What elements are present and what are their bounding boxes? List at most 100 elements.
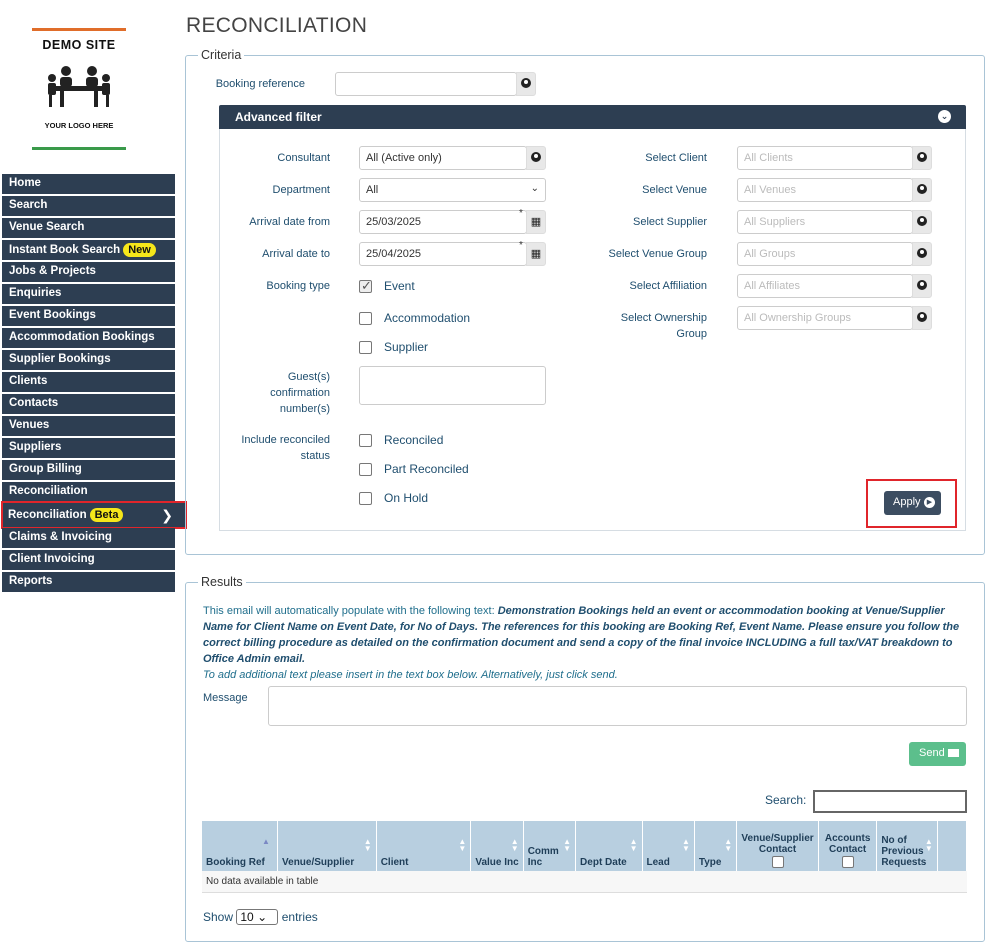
sidebar-item-reconciliation-beta[interactable]: Reconciliation Beta ❯	[1, 501, 187, 529]
logo-tagline: YOUR LOGO HERE	[44, 121, 114, 130]
sidebar-item-label: Suppliers	[9, 441, 62, 453]
column-header-lead[interactable]: Lead ▲ ▼	[642, 821, 695, 871]
column-header-accounts-contact: Accounts Contact	[818, 821, 878, 871]
sidebar-item-label: Home	[9, 177, 41, 189]
booking-reference-globe-button[interactable]	[516, 72, 536, 96]
column-header-comm-inc[interactable]: Comm Inc ▲ ▼	[523, 821, 577, 871]
sidebar-item-instant-book-search[interactable]: Instant Book Search New	[2, 240, 175, 260]
calendar-icon: ▦	[530, 248, 542, 260]
sidebar-item-accommodation-bookings[interactable]: Accommodation Bookings	[2, 328, 175, 348]
select-client-input[interactable]: All Clients	[737, 146, 913, 170]
accommodation-checkbox[interactable]	[359, 312, 372, 325]
sidebar-item-event-bookings[interactable]: Event Bookings	[2, 306, 175, 326]
sidebar-item-clients[interactable]: Clients	[2, 372, 175, 392]
sidebar-item-group-billing[interactable]: Group Billing	[2, 460, 175, 480]
page-title: RECONCILIATION	[186, 14, 368, 37]
sidebar-item-label: Reports	[9, 575, 53, 587]
logo-site-name: DEMO SITE	[42, 38, 116, 52]
sidebar-item-supplier-bookings[interactable]: Supplier Bookings	[2, 350, 175, 370]
page-length-select[interactable]: 10 ⌄	[236, 909, 279, 925]
apply-button[interactable]: Apply ▶	[884, 491, 941, 515]
select-supplier-input[interactable]: All Suppliers	[737, 210, 913, 234]
sidebar-item-venue-search[interactable]: Venue Search	[2, 218, 175, 238]
select-supplier-globe-button[interactable]	[912, 210, 932, 234]
send-button[interactable]: Send	[909, 742, 966, 766]
sidebar-item-reconciliation[interactable]: Reconciliation	[2, 482, 175, 502]
sort-icon: ▲ ▼	[510, 837, 519, 853]
advanced-filter-header[interactable]: Advanced filter ⌄	[219, 105, 966, 129]
sidebar-item-label: Venue Search	[9, 221, 85, 233]
booking-reference-input[interactable]	[335, 72, 517, 96]
advanced-filter-title: Advanced filter	[235, 110, 322, 124]
part-reconciled-checkbox[interactable]	[359, 463, 372, 476]
sort-icon: ▲ ▼	[724, 837, 733, 853]
column-header-dept-date[interactable]: Dept Date ▲ ▼	[575, 821, 643, 871]
sidebar-item-home[interactable]: Home	[2, 174, 175, 194]
column-label: Comm Inc	[527, 846, 559, 868]
sidebar-item-label: Claims & Invoicing	[9, 531, 112, 543]
sidebar-item-label: Group Billing	[9, 463, 82, 475]
column-header-client[interactable]: Client ▲ ▼	[376, 821, 472, 871]
search-label: Search:	[765, 793, 807, 807]
event-checkbox[interactable]	[359, 278, 372, 294]
sidebar-item-label: Jobs & Projects	[9, 265, 96, 277]
arrival-date-to-input[interactable]: 25/04/2025	[359, 242, 527, 266]
accounts-contact-checkbox[interactable]	[841, 856, 854, 868]
venue-supplier-contact-checkbox[interactable]	[771, 856, 784, 868]
guest-confirmation-textarea[interactable]	[359, 366, 546, 405]
globe-icon	[917, 184, 927, 194]
column-header-type[interactable]: Type ▲ ▼	[694, 821, 738, 871]
select-venue-globe-button[interactable]	[912, 178, 932, 202]
sidebar-item-reports[interactable]: Reports	[2, 572, 175, 592]
logo-top-bar	[32, 28, 126, 31]
select-ownership-group-globe-button[interactable]	[912, 306, 932, 330]
select-ownership-group-input[interactable]: All Ownership Groups	[737, 306, 913, 330]
arrival-date-from-calendar-button[interactable]: ▦	[526, 210, 546, 234]
sidebar-item-search[interactable]: Search	[2, 196, 175, 216]
globe-icon	[917, 280, 927, 290]
search-input[interactable]	[813, 790, 967, 813]
globe-icon	[917, 216, 927, 226]
supplier-checkbox[interactable]	[359, 341, 372, 354]
message-label: Message	[203, 692, 248, 704]
consultant-globe-button[interactable]	[526, 146, 546, 170]
arrival-date-to-label: Arrival date to	[262, 248, 330, 260]
on-hold-checkbox[interactable]	[359, 492, 372, 505]
select-client-globe-button[interactable]	[912, 146, 932, 170]
department-select[interactable]: All ⌄	[359, 178, 546, 202]
message-textarea[interactable]	[268, 686, 967, 726]
sidebar-item-venues[interactable]: Venues	[2, 416, 175, 436]
sort-icon: ▲ ▼	[563, 837, 572, 853]
select-affiliation-input[interactable]: All Affiliates	[737, 274, 913, 298]
column-label: Accounts Contact	[824, 833, 871, 855]
sidebar-item-client-invoicing[interactable]: Client Invoicing	[2, 550, 175, 570]
consultant-input[interactable]: All (Active only)	[359, 146, 527, 170]
globe-icon	[917, 248, 927, 258]
column-label: No of Previous Requests	[881, 835, 927, 868]
sidebar-item-contacts[interactable]: Contacts	[2, 394, 175, 414]
arrival-date-from-label: Arrival date from	[249, 216, 330, 228]
sidebar-item-enquiries[interactable]: Enquiries	[2, 284, 175, 304]
reconciled-checkbox[interactable]	[359, 434, 372, 447]
column-header-venue-supplier[interactable]: Venue/Supplier ▲ ▼	[277, 821, 377, 871]
results-table: Booking Ref ▲ Venue/Supplier ▲ ▼ Client ▲ ▼ V…	[202, 821, 968, 893]
column-header-value-inc[interactable]: Value Inc ▲ ▼	[470, 821, 524, 871]
column-header-previous-requests[interactable]: No of Previous Requests ▲ ▼	[876, 821, 938, 871]
column-header-booking-ref[interactable]: Booking Ref ▲	[202, 821, 279, 871]
select-venue-group-input[interactable]: All Groups	[737, 242, 913, 266]
select-venue-group-globe-button[interactable]	[912, 242, 932, 266]
sidebar-item-claims-invoicing[interactable]: Claims & Invoicing	[2, 528, 175, 548]
beta-badge: Beta	[89, 508, 124, 522]
sidebar-item-suppliers[interactable]: Suppliers	[2, 438, 175, 458]
arrival-date-from-input[interactable]: 25/03/2025	[359, 210, 527, 234]
sidebar-item-label: Instant Book Search	[9, 244, 121, 256]
chevron-down-icon[interactable]: ⌄	[938, 110, 951, 123]
arrival-date-to-calendar-button[interactable]: ▦	[526, 242, 546, 266]
part-reconciled-checkbox-label: Part Reconciled	[384, 462, 469, 476]
globe-icon	[531, 152, 541, 162]
select-venue-input[interactable]: All Venues	[737, 178, 913, 202]
sort-ascending-icon: ▲	[262, 837, 270, 846]
chevron-right-icon: ❯	[161, 507, 173, 523]
sidebar-item-jobs-projects[interactable]: Jobs & Projects	[2, 262, 175, 282]
select-affiliation-globe-button[interactable]	[912, 274, 932, 298]
